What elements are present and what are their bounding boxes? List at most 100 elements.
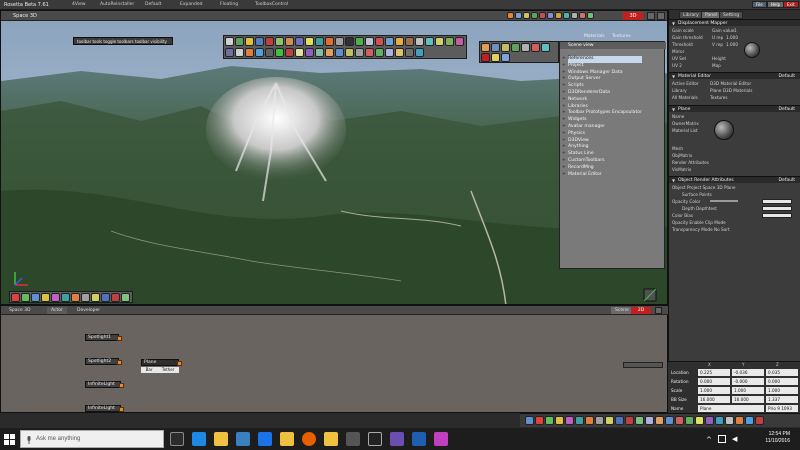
- file-explorer-icon[interactable]: [214, 432, 228, 446]
- record-icon[interactable]: [481, 53, 490, 62]
- maximize-icon[interactable]: [647, 12, 655, 20]
- tool-icon[interactable]: [41, 293, 50, 302]
- tool-icon[interactable]: [31, 293, 40, 302]
- list-item[interactable]: + Widgets: [562, 117, 642, 124]
- menu-item-toolboxcontrol[interactable]: ToolboxControl: [255, 2, 288, 7]
- tool-icon[interactable]: [535, 416, 544, 425]
- tool-icon[interactable]: [265, 37, 274, 46]
- tool-icon[interactable]: [335, 37, 344, 46]
- tool-icon[interactable]: [511, 43, 520, 52]
- tool-icon[interactable]: [225, 47, 234, 57]
- firefox-icon[interactable]: [302, 432, 316, 446]
- prop-row[interactable]: Depth Depthtest: [682, 206, 717, 211]
- tool-icon[interactable]: [305, 47, 314, 57]
- tool-icon[interactable]: [541, 43, 550, 52]
- tab-setting[interactable]: Setting: [719, 11, 744, 19]
- tool-icon[interactable]: [507, 12, 514, 19]
- tool-icon[interactable]: [425, 37, 434, 46]
- height-map-preview[interactable]: [744, 42, 760, 58]
- tool-icon[interactable]: [655, 416, 664, 425]
- tool-icon[interactable]: [11, 293, 20, 302]
- tool-icon[interactable]: [547, 12, 554, 19]
- list-item[interactable]: + Material Editor: [562, 172, 642, 179]
- tool-icon[interactable]: [285, 47, 294, 57]
- color-swatch[interactable]: [762, 199, 792, 204]
- output-port-icon[interactable]: [117, 360, 122, 365]
- list-item[interactable]: + Scripts: [562, 83, 642, 90]
- menu-item-autoreinstaller[interactable]: AutoReinstaller: [100, 2, 134, 7]
- tool-icon[interactable]: [501, 53, 510, 62]
- tool-icon[interactable]: [735, 416, 744, 425]
- tool-icon[interactable]: [355, 37, 364, 46]
- scale-y-field[interactable]: 1.000: [732, 387, 764, 394]
- tool-icon[interactable]: [365, 47, 374, 57]
- edge-icon[interactable]: [192, 432, 206, 446]
- tool-icon[interactable]: [385, 47, 394, 57]
- prop-row[interactable]: Opacity Enable Clip Mode: [672, 220, 726, 225]
- bbsize-x-field[interactable]: 16.000: [698, 396, 730, 403]
- store-icon[interactable]: [236, 432, 250, 446]
- bias-field[interactable]: [762, 213, 792, 218]
- tool-icon[interactable]: [555, 416, 564, 425]
- tool-icon[interactable]: [345, 47, 354, 57]
- collapse-triangle-icon[interactable]: ▼: [672, 74, 675, 79]
- tool-icon[interactable]: [121, 293, 130, 302]
- location-y-field[interactable]: -0.036: [732, 369, 764, 376]
- tool-icon[interactable]: [675, 416, 684, 425]
- tab-textures[interactable]: Textures: [612, 34, 631, 39]
- list-item[interactable]: + Status Line: [562, 151, 642, 158]
- list-item[interactable]: + CustomToolbars: [562, 158, 642, 165]
- tool-icon[interactable]: [405, 47, 414, 57]
- help-button[interactable]: Help: [767, 1, 785, 8]
- tool-icon[interactable]: [715, 416, 724, 425]
- tool-icon[interactable]: [563, 12, 570, 19]
- clock[interactable]: 12:54 PM 11/10/2016: [765, 431, 790, 445]
- tool-icon[interactable]: [705, 416, 714, 425]
- rotation-x-field[interactable]: 0.000: [698, 378, 730, 385]
- prop-row[interactable]: Object Project Space 3D Plane: [672, 185, 735, 190]
- network-icon[interactable]: [718, 435, 726, 443]
- collapse-triangle-icon[interactable]: ▼: [672, 107, 675, 112]
- collapse-triangle-icon[interactable]: ▼: [672, 21, 675, 26]
- tool-icon[interactable]: [325, 47, 334, 57]
- notification-chevron-icon[interactable]: ^: [706, 436, 712, 444]
- tool-icon[interactable]: [525, 416, 534, 425]
- folder-icon[interactable]: [280, 432, 294, 446]
- scale-z-field[interactable]: 1.000: [766, 387, 798, 394]
- tool-icon[interactable]: [315, 37, 324, 46]
- tool-icon[interactable]: [725, 416, 734, 425]
- minimap-scrollbar[interactable]: [623, 362, 663, 368]
- tool-icon[interactable]: [375, 47, 384, 57]
- output-port-icon[interactable]: [117, 336, 122, 341]
- tool-icon[interactable]: [91, 293, 100, 302]
- tool-icon[interactable]: [255, 47, 264, 57]
- prop-value[interactable]: Plane D3D Materials: [710, 88, 752, 93]
- tool-icon[interactable]: [615, 416, 624, 425]
- tool-icon[interactable]: [445, 37, 454, 46]
- location-x-field[interactable]: 0.225: [698, 369, 730, 376]
- list-item[interactable]: + D3DRendererData: [562, 90, 642, 97]
- tool-icon[interactable]: [635, 416, 644, 425]
- tool-icon[interactable]: [523, 12, 530, 19]
- plane-header[interactable]: ▼ Plane Default: [669, 105, 800, 112]
- prop-value[interactable]: Textures: [710, 95, 728, 100]
- tool-icon[interactable]: [335, 47, 344, 57]
- tool-icon[interactable]: [81, 293, 90, 302]
- tool-icon[interactable]: [235, 37, 244, 46]
- tool-icon[interactable]: [625, 416, 634, 425]
- material-editor-header[interactable]: ▼ Material Editor Default: [669, 72, 800, 79]
- menu-item-4view[interactable]: 4View: [72, 2, 86, 7]
- tool-icon[interactable]: [21, 293, 30, 302]
- tool-icon[interactable]: [685, 416, 694, 425]
- node-spotlight2[interactable]: Spotlight2: [85, 358, 122, 365]
- tab-library[interactable]: Library: [679, 11, 703, 19]
- close-icon[interactable]: [657, 12, 665, 20]
- list-item[interactable]: + Network: [562, 97, 642, 104]
- tool-icon[interactable]: [375, 37, 384, 46]
- menu-item-expanded[interactable]: Expanded: [180, 2, 202, 7]
- tool-icon[interactable]: [61, 293, 70, 302]
- tool-icon[interactable]: [539, 12, 546, 19]
- menu-item-floating[interactable]: Floating: [220, 2, 238, 7]
- tool-icon[interactable]: [605, 416, 614, 425]
- tool-icon[interactable]: [565, 416, 574, 425]
